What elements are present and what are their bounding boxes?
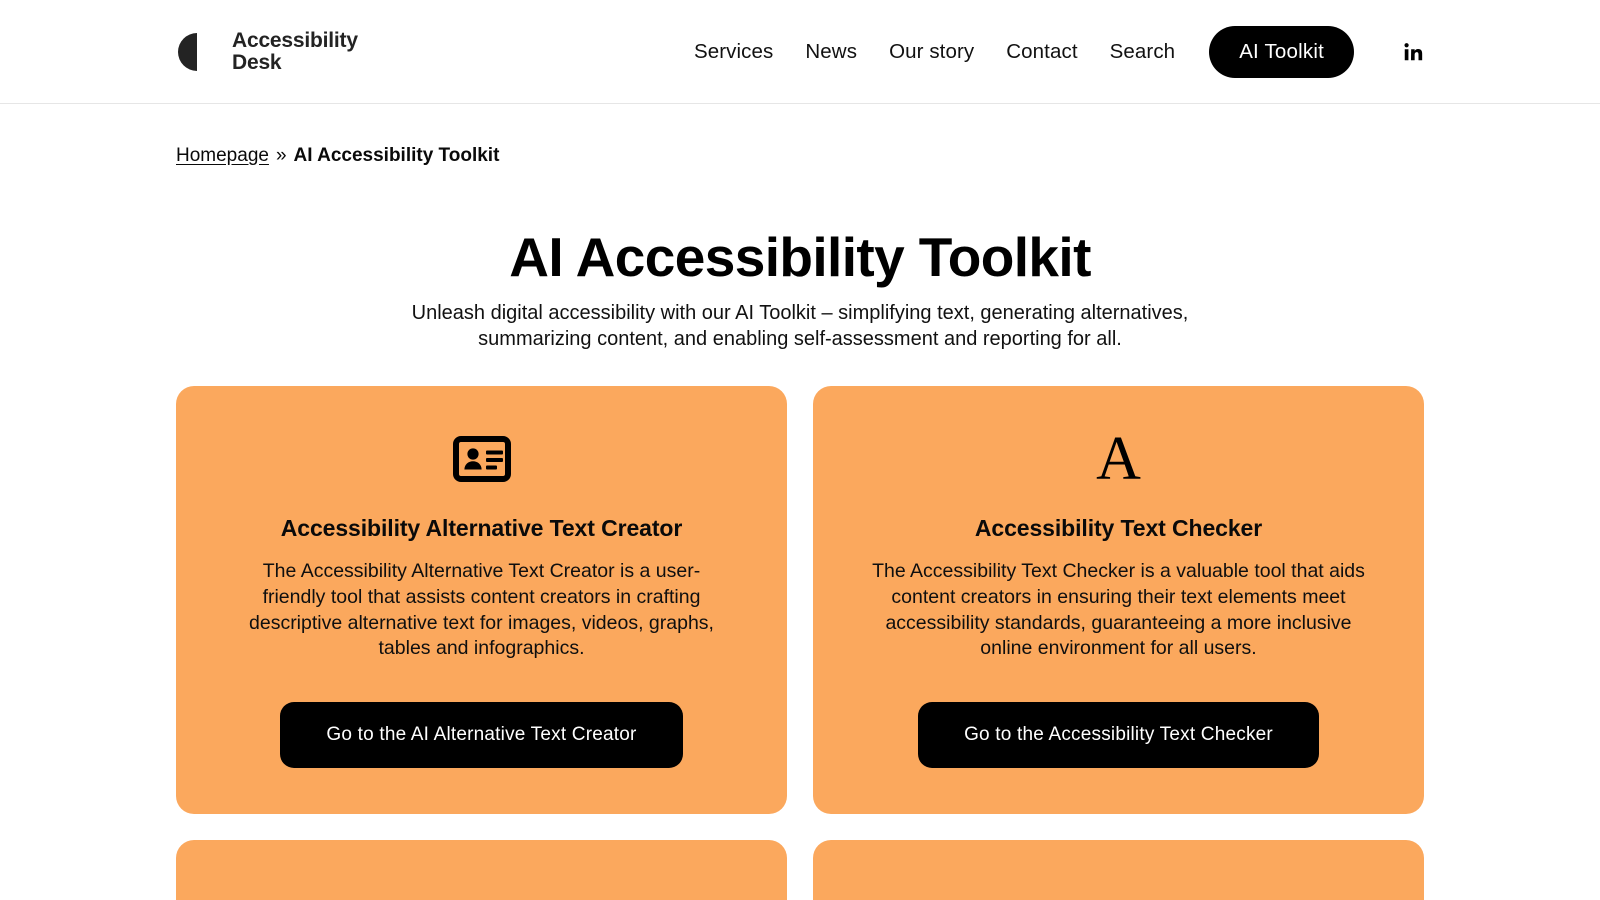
- page-root: Accessibility Desk Services News Our sto…: [0, 0, 1600, 900]
- brand-name-line-1: Accessibility: [232, 29, 358, 53]
- nav-item-search[interactable]: Search: [1094, 32, 1192, 72]
- nav-item-our-story[interactable]: Our story: [873, 32, 990, 72]
- main-navigation: Services News Our story Contact Search A…: [678, 25, 1424, 78]
- tool-card-text-checker: A Accessibility Text Checker The Accessi…: [813, 386, 1424, 815]
- nav-item-news[interactable]: News: [789, 32, 873, 72]
- accessibility-desk-logo-icon: [176, 31, 218, 73]
- go-to-accessibility-text-checker-button[interactable]: Go to the Accessibility Text Checker: [918, 701, 1319, 768]
- page-title: AI Accessibility Toolkit: [509, 225, 1091, 288]
- card-description: The Accessibility Text Checker is a valu…: [872, 560, 1365, 660]
- tool-card-alternative-text-creator: Accessibility Alternative Text Creator T…: [176, 386, 787, 815]
- ai-toolkit-button[interactable]: AI Toolkit: [1209, 25, 1354, 78]
- linkedin-link[interactable]: [1402, 41, 1424, 63]
- linkedin-icon: [1402, 41, 1424, 63]
- breadcrumb-home-link[interactable]: Homepage: [176, 144, 269, 169]
- card-description: The Accessibility Alternative Text Creat…: [249, 560, 714, 660]
- brand-logo-link[interactable]: Accessibility Desk: [176, 30, 358, 73]
- card-title: Accessibility Text Checker: [974, 515, 1263, 542]
- nav-item-services[interactable]: Services: [678, 32, 789, 72]
- brand-name: Accessibility Desk: [232, 30, 358, 73]
- id-card-icon: [452, 428, 511, 490]
- card-cta-wrapper: Go to the AI Alternative Text Creator: [212, 701, 751, 768]
- card-title: Accessibility Alternative Text Creator: [280, 515, 683, 542]
- site-header: Accessibility Desk Services News Our sto…: [0, 0, 1600, 104]
- hero-section: AI Accessibility Toolkit Unleash digital…: [0, 169, 1600, 353]
- letter-a-serif-icon: A: [1096, 428, 1141, 490]
- tool-card-third-partial: [176, 840, 787, 900]
- letter-a-glyph: A: [1096, 425, 1141, 494]
- brand-name-line-2: Desk: [232, 50, 282, 74]
- tool-card-grid: Accessibility Alternative Text Creator T…: [0, 386, 1600, 900]
- nav-item-contact[interactable]: Contact: [990, 32, 1093, 72]
- go-to-alternative-text-creator-button[interactable]: Go to the AI Alternative Text Creator: [280, 701, 683, 768]
- page-subtitle: Unleash digital accessibility with our A…: [411, 302, 1189, 351]
- breadcrumb: Homepage » AI Accessibility Toolkit: [0, 104, 1600, 169]
- breadcrumb-separator: »: [275, 145, 287, 166]
- breadcrumb-current-page: AI Accessibility Toolkit: [293, 145, 500, 166]
- tool-card-fourth-partial: [813, 840, 1424, 900]
- card-cta-wrapper: Go to the Accessibility Text Checker: [849, 701, 1388, 768]
